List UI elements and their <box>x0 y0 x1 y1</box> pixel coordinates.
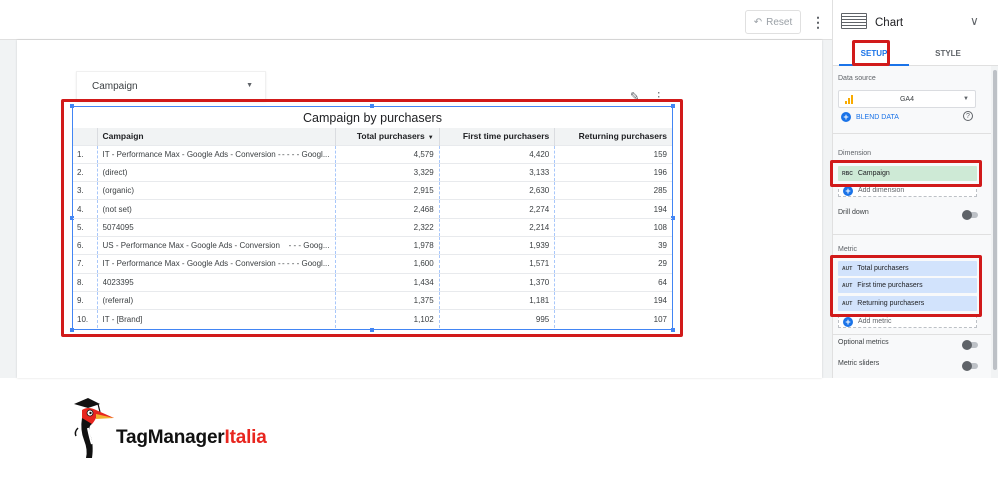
control-label: Campaign <box>92 80 138 92</box>
blend-data-button[interactable]: + BLEND DATA <box>841 112 899 122</box>
more-options-icon[interactable]: ⋮ <box>811 12 825 32</box>
logo-text-part1: TagManager <box>116 427 225 448</box>
add-circle-icon: + <box>841 112 851 122</box>
data-source-label: Data source <box>838 75 876 82</box>
optional-metrics-toggle[interactable] <box>962 340 978 350</box>
reset-label: Reset <box>766 16 793 28</box>
data-source-value: GA4 <box>899 95 914 103</box>
logo-text-part2: Italia <box>224 427 267 448</box>
highlight-table <box>61 99 683 337</box>
add-circle-icon: + <box>843 316 853 327</box>
highlight-dimension <box>830 160 982 187</box>
drill-down-row: Drill down <box>838 209 978 221</box>
add-metric-label: Add metric <box>858 318 892 325</box>
woodpecker-mascot-icon <box>74 398 114 458</box>
report-editor: ↶ Reset ⋮ Campaign ▼ ✎ ⋮ Campaign by pur… <box>0 0 998 487</box>
metric-sliders-row: Metric sliders <box>838 360 978 372</box>
divider <box>833 334 991 335</box>
divider <box>833 133 991 134</box>
reset-button[interactable]: ↶ Reset <box>745 10 801 34</box>
drill-down-toggle[interactable] <box>962 210 978 220</box>
divider <box>833 234 991 235</box>
scroll-thumb[interactable] <box>993 70 997 370</box>
metric-sliders-label: Metric sliders <box>838 360 880 367</box>
metric-sliders-toggle[interactable] <box>962 361 978 371</box>
tab-style[interactable]: STYLE <box>913 42 983 66</box>
report-toolbar: ↶ Reset ⋮ <box>0 0 832 40</box>
caret-down-icon: ▼ <box>246 82 253 89</box>
caret-down-icon: ▼ <box>963 96 969 102</box>
optional-metrics-row: Optional metrics <box>838 339 978 351</box>
panel-title: Chart <box>875 17 904 29</box>
help-icon[interactable]: ? <box>963 111 973 121</box>
panel-scrollbar[interactable] <box>991 66 998 378</box>
campaign-filter-control[interactable]: Campaign ▼ <box>76 71 266 101</box>
blend-data-label: BLEND DATA <box>856 113 899 121</box>
optional-metrics-label: Optional metrics <box>838 339 889 346</box>
analytics-icon <box>845 95 855 104</box>
undo-icon: ↶ <box>753 16 763 28</box>
highlight-setup-tab <box>852 40 890 66</box>
dimension-label: Dimension <box>838 150 872 157</box>
add-dimension-label: Add dimension <box>858 187 905 194</box>
table-chart-icon[interactable] <box>841 13 867 29</box>
metric-label: Metric <box>838 246 858 253</box>
drill-down-label: Drill down <box>838 209 869 216</box>
logo-wordmark: TagManagerItalia <box>116 427 267 449</box>
highlight-metrics <box>830 255 982 317</box>
data-source-select[interactable]: GA4 ▼ <box>838 90 976 108</box>
panel-header: Chart ∨ <box>833 0 998 42</box>
setup-pane: Data source GA4 ▼ + BLEND DATA ? Dimensi… <box>833 66 991 378</box>
tagmanageritalia-logo: TagManagerItalia <box>70 398 310 460</box>
add-circle-icon: + <box>843 185 853 196</box>
chevron-down-icon[interactable]: ∨ <box>970 14 979 28</box>
